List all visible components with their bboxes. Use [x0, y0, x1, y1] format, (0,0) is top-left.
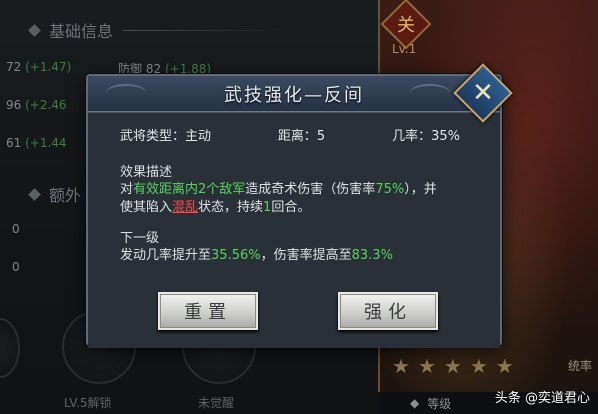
next-level-title: 下一级 [120, 231, 160, 246]
extra-value-2: 0 [12, 260, 20, 274]
skill-caption-unawakened: 未觉醒 [198, 396, 235, 410]
next-level-description: 发动几率提升至35.56%，伤害率提高至83.3% [120, 248, 393, 263]
star-rating: ★ ★ ★ ★ ★ [392, 354, 514, 378]
probability: 几率：35% [392, 129, 460, 144]
reset-button[interactable]: 重置 [158, 292, 258, 330]
skill-upgrade-dialog: 武技强化—反间 武将类型：主动 距离：5 几率：35% 效果描述 对有效距离内2… [86, 74, 502, 348]
extra-heading: 额外 [28, 182, 81, 206]
stat-row-3: 61 (+1.44 [6, 136, 67, 150]
dialog-title: 武技强化—反间 [224, 84, 364, 106]
dialog-body: 武将类型：主动 距离：5 几率：35% 效果描述 对有效距离内2个敌军造成奇术伤… [88, 112, 500, 348]
skill-stats-row: 武将类型：主动 距离：5 几率：35% [120, 125, 460, 144]
star-icon: ★ [443, 354, 462, 378]
basic-info-heading: 基础信息 [28, 18, 284, 42]
star-icon: ★ [417, 354, 436, 378]
dialog-titlebar: 武技强化—反间 [88, 76, 500, 112]
close-icon: ✕ [472, 78, 494, 108]
star-icon: ★ [495, 354, 514, 378]
general-type: 武将类型：主动 [120, 129, 212, 144]
bottom-rank: ◆ 等级 [410, 396, 452, 411]
skill-slot-icon[interactable] [0, 318, 20, 378]
portrait-level: Lv.1 [392, 42, 417, 56]
watermark: 头条 @奕道君心 [494, 391, 590, 406]
stat-row-1: 72 (+1.47) [6, 60, 72, 74]
ornament-icon [106, 84, 146, 102]
diamond-icon [28, 23, 41, 37]
strengthen-button[interactable]: 强化 [338, 292, 438, 330]
skill-caption-locked: LV.5解锁 [64, 396, 112, 410]
extra-value-1: 0 [12, 222, 20, 236]
rank-icon: ◆ [410, 396, 420, 410]
effect-title: 效果描述 [120, 165, 173, 180]
stat-row-2: 96 (+2.46 [6, 98, 67, 112]
diamond-icon [28, 187, 41, 201]
effect-description: 对有效距离内2个敌军造成奇术伤害（伤害率75%），并 使其陷入混乱状态，持续1回… [120, 182, 437, 215]
ornament-icon [410, 84, 450, 102]
distance: 距离：5 [277, 129, 326, 144]
star-icon: ★ [469, 354, 488, 378]
star-icon: ★ [392, 354, 410, 378]
portrait-tag: 统率 [567, 359, 592, 373]
